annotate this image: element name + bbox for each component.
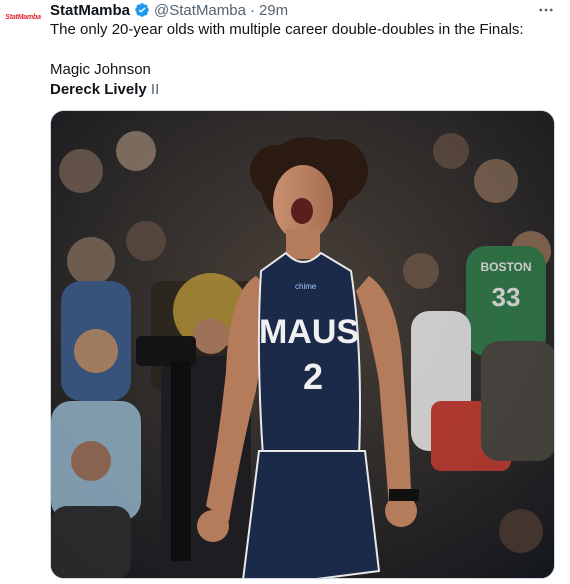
jersey-team-text: MAUS <box>259 313 359 351</box>
player-line-2: Dereck Lively II <box>50 80 555 100</box>
separator-dot: · <box>249 1 255 19</box>
tweet-body: The only 20-year olds with multiple care… <box>50 20 555 100</box>
background-jersey-text: BOSTON <box>480 260 531 274</box>
avatar[interactable]: StatMamba <box>5 10 41 24</box>
author-handle[interactable]: @StatMamba <box>154 2 246 19</box>
player-line-1: Magic Johnson <box>50 60 555 80</box>
avatar-logo-text: StatMamba <box>5 13 41 21</box>
background-jersey-number: 33 <box>492 282 521 312</box>
jersey-sponsor-text: chime <box>295 282 317 291</box>
player-name-bold: Dereck Lively <box>50 81 147 98</box>
tweet-text: The only 20-year olds with multiple care… <box>50 21 524 38</box>
author-display-name[interactable]: StatMamba <box>50 2 130 19</box>
verified-badge-icon <box>135 3 149 17</box>
player-name-suffix: II <box>146 81 160 98</box>
tweet-media-image[interactable]: BOSTON 33 chime MAUS 2 <box>50 110 555 579</box>
photo-basketball-player: BOSTON 33 chime MAUS 2 <box>51 111 554 578</box>
tweet-header: StatMamba @StatMamba · 29m <box>50 0 550 20</box>
tweet-timestamp[interactable]: 29m <box>259 2 288 19</box>
jersey-number-text: 2 <box>303 356 323 397</box>
more-options-icon[interactable] <box>536 0 556 20</box>
player-name: Magic Johnson <box>50 61 151 78</box>
